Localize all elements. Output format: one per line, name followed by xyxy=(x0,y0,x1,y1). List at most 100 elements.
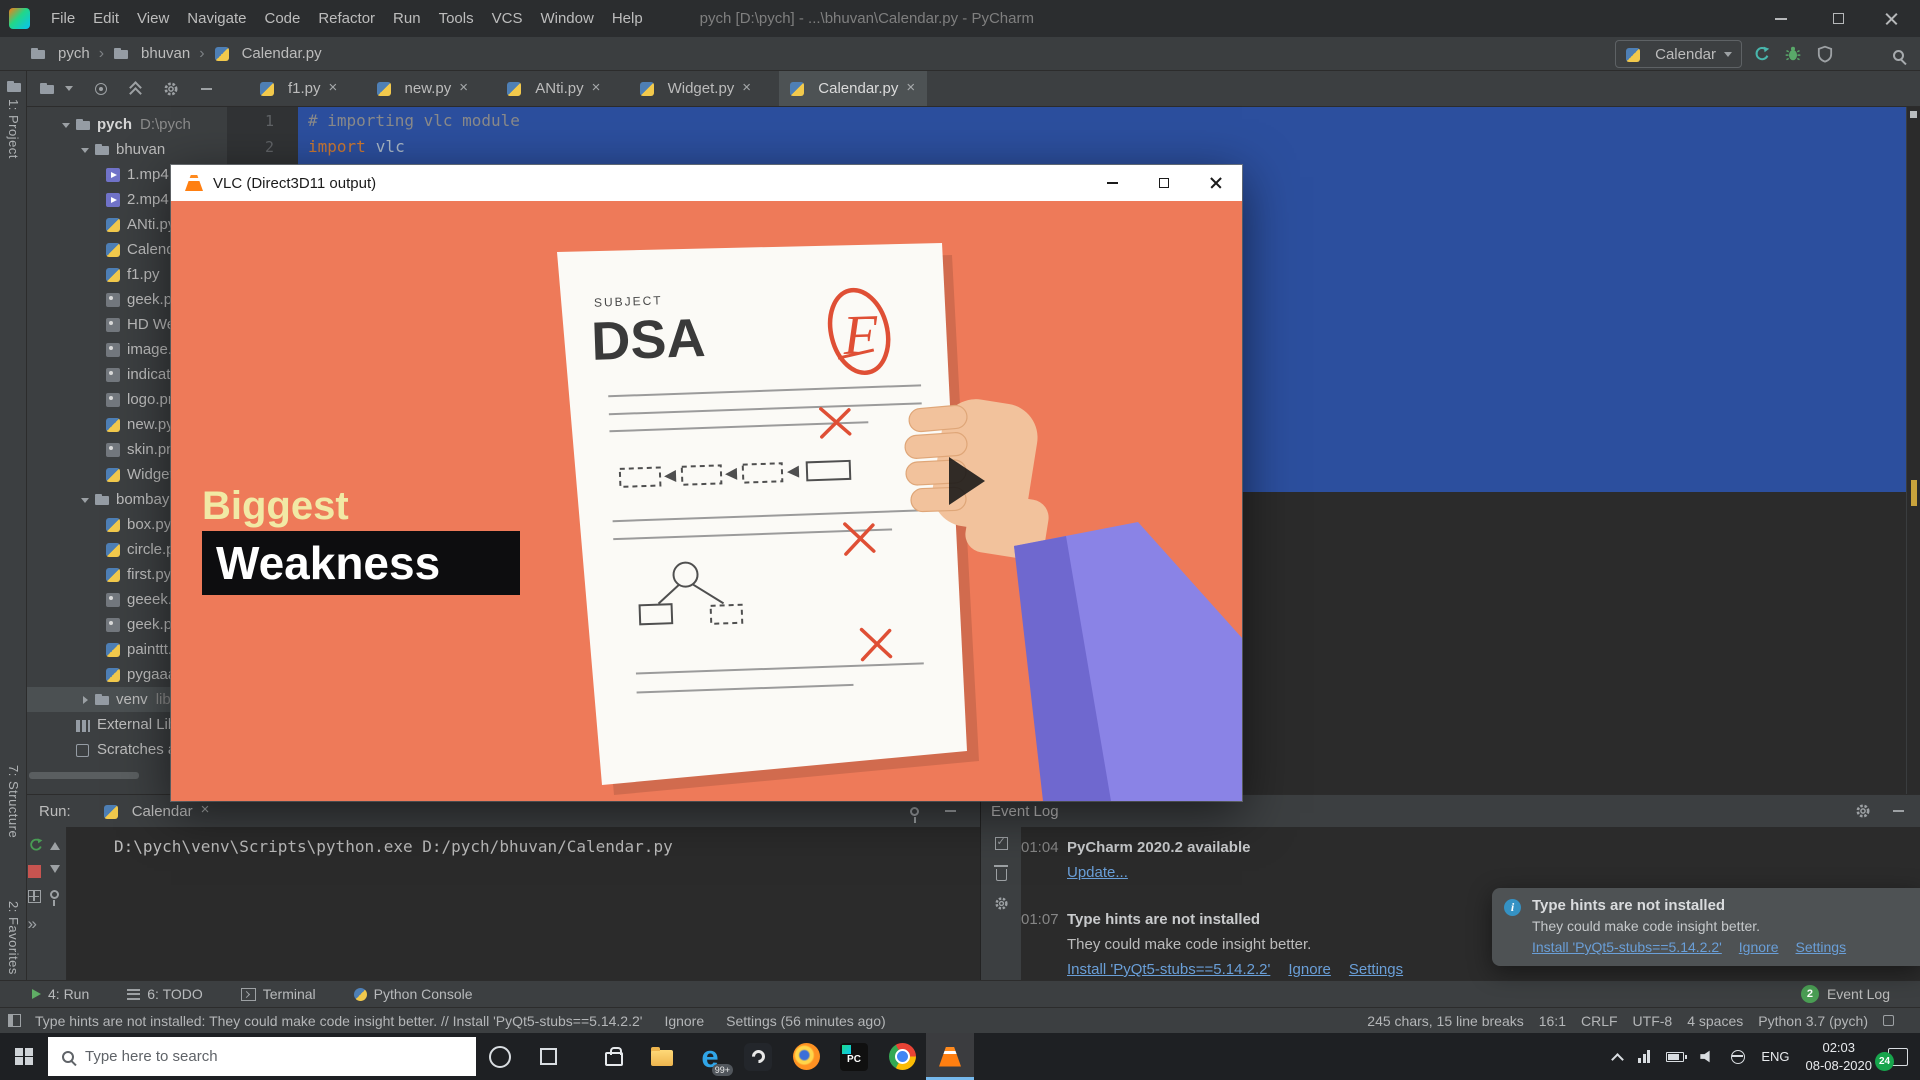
up-arrow-icon[interactable] xyxy=(49,837,60,850)
horizontal-scrollbar[interactable] xyxy=(29,772,139,779)
toolwindow-terminal[interactable]: Terminal xyxy=(240,986,316,1002)
debug-button[interactable] xyxy=(1784,45,1802,67)
rerun-button[interactable] xyxy=(1753,45,1771,67)
tree-item-pych[interactable]: pych D:\pych xyxy=(27,112,227,137)
menu-view[interactable]: View xyxy=(128,10,178,27)
breadcrumb-pych[interactable]: pych xyxy=(30,45,90,62)
search-everywhere-button[interactable] xyxy=(1893,48,1904,65)
minimize-button[interactable] xyxy=(1756,0,1806,37)
project-view-selector[interactable] xyxy=(39,81,73,97)
chevron-up-icon[interactable] xyxy=(1611,1052,1625,1066)
trash-icon[interactable] xyxy=(993,865,1008,881)
battery-icon[interactable] xyxy=(1666,1051,1688,1062)
close-icon[interactable] xyxy=(741,79,753,96)
editor-scroll-stripe[interactable] xyxy=(1906,107,1920,794)
firefox-app-button[interactable] xyxy=(782,1033,830,1080)
pin-icon[interactable] xyxy=(910,806,919,823)
language-indicator[interactable]: ENG xyxy=(1761,1049,1789,1064)
chrome-app-button[interactable] xyxy=(878,1033,926,1080)
status-indent[interactable]: 4 spaces xyxy=(1687,1013,1743,1029)
clock[interactable]: 02:03 08-08-2020 xyxy=(1806,1039,1873,1074)
task-view-button[interactable] xyxy=(524,1033,572,1080)
more-icon[interactable] xyxy=(28,915,44,933)
close-icon[interactable] xyxy=(200,801,212,818)
vlc-video-area[interactable]: SUBJECT DSA F Biggest Weakness xyxy=(171,201,1242,801)
chevron-right-icon[interactable] xyxy=(76,696,94,704)
chevron-down-icon[interactable] xyxy=(76,143,94,157)
layout-icon[interactable] xyxy=(27,890,41,903)
breadcrumb-calendar[interactable]: Calendar.py xyxy=(214,45,322,62)
menu-navigate[interactable]: Navigate xyxy=(178,10,255,27)
tab-widget[interactable]: Widget.py xyxy=(629,71,764,106)
project-stripe-icon[interactable] xyxy=(6,79,22,95)
chevron-down-icon[interactable] xyxy=(76,493,94,507)
gear-icon[interactable] xyxy=(163,81,179,97)
sidebar-item-project[interactable]: 1: Project xyxy=(6,99,21,159)
menu-code[interactable]: Code xyxy=(255,10,309,27)
toolwindow-run[interactable]: 4: Run xyxy=(32,986,89,1002)
status-ignore-action[interactable]: Ignore xyxy=(664,1013,704,1029)
vlc-title-bar[interactable]: VLC (Direct3D11 output) xyxy=(171,165,1242,201)
tab-f1[interactable]: f1.py xyxy=(249,71,350,106)
ignore-link[interactable]: Ignore xyxy=(1739,939,1779,955)
stop-icon[interactable] xyxy=(27,865,41,878)
toolwindow-todo[interactable]: 6: TODO xyxy=(127,986,203,1002)
cortana-button[interactable] xyxy=(476,1033,524,1080)
toolwindow-event-log[interactable]: 2 Event Log xyxy=(1800,985,1920,1003)
maximize-button[interactable] xyxy=(1813,0,1863,37)
tab-new[interactable]: new.py xyxy=(366,71,481,106)
action-center-icon[interactable]: 24 xyxy=(1875,1047,1908,1071)
close-icon[interactable] xyxy=(458,79,470,96)
edge-app-button[interactable]: 99+ xyxy=(686,1033,734,1080)
start-button[interactable] xyxy=(0,1033,48,1080)
taskbar-search[interactable] xyxy=(48,1037,476,1076)
menu-edit[interactable]: Edit xyxy=(84,10,128,27)
menu-tools[interactable]: Tools xyxy=(430,10,483,27)
locate-file-icon[interactable] xyxy=(95,82,107,95)
vlc-maximize-button[interactable] xyxy=(1138,165,1190,201)
coverage-button[interactable] xyxy=(1816,45,1834,67)
run-console[interactable]: D:\pych\venv\Scripts\python.exe D:/pych/… xyxy=(68,827,980,980)
toolwindow-switcher-icon[interactable] xyxy=(8,1014,21,1027)
pycharm-app-button[interactable] xyxy=(830,1033,878,1080)
rerun-icon[interactable] xyxy=(28,837,44,853)
ignore-link[interactable]: Ignore xyxy=(1288,957,1331,982)
hide-icon[interactable] xyxy=(945,810,956,812)
status-interpreter[interactable]: Python 3.7 (pych) xyxy=(1758,1013,1868,1029)
hide-icon[interactable] xyxy=(1893,810,1904,812)
network-icon[interactable] xyxy=(1731,1049,1746,1064)
menu-refactor[interactable]: Refactor xyxy=(309,10,384,27)
settings-link[interactable]: Settings xyxy=(1796,939,1847,955)
close-button[interactable] xyxy=(1866,0,1916,37)
settings-icon[interactable] xyxy=(994,896,1009,911)
run-configuration-selector[interactable]: Calendar xyxy=(1615,40,1742,68)
status-line-separator[interactable]: CRLF xyxy=(1581,1013,1618,1029)
sidebar-item-structure[interactable]: 7: Structure xyxy=(6,765,21,838)
status-settings-action[interactable]: Settings (56 minutes ago) xyxy=(726,1013,886,1029)
close-icon[interactable] xyxy=(591,79,603,96)
pin-icon[interactable] xyxy=(49,890,59,906)
store-app-button[interactable] xyxy=(590,1033,638,1080)
taskbar-search-input[interactable] xyxy=(85,1048,425,1065)
vlc-minimize-button[interactable] xyxy=(1086,165,1138,201)
hide-icon[interactable] xyxy=(201,87,212,90)
status-widget-icon[interactable] xyxy=(1883,1015,1894,1026)
menu-vcs[interactable]: VCS xyxy=(483,10,532,27)
breadcrumb-bhuvan[interactable]: bhuvan xyxy=(113,45,190,62)
install-link[interactable]: Install 'PyQt5-stubs==5.14.2.2' xyxy=(1067,957,1270,982)
install-link[interactable]: Install 'PyQt5-stubs==5.14.2.2' xyxy=(1532,939,1722,955)
gear-icon[interactable] xyxy=(1855,803,1871,819)
tab-calendar[interactable]: Calendar.py xyxy=(779,71,928,106)
mark-read-icon[interactable] xyxy=(994,835,1008,850)
settings-link[interactable]: Settings xyxy=(1349,957,1403,982)
network-signal-icon[interactable] xyxy=(1638,1050,1651,1063)
vlc-close-button[interactable] xyxy=(1190,165,1242,201)
chevron-down-icon[interactable] xyxy=(57,118,75,132)
file-explorer-button[interactable] xyxy=(638,1033,686,1080)
menu-file[interactable]: File xyxy=(42,10,84,27)
tab-anti[interactable]: ANti.py xyxy=(496,71,612,106)
dark-app-button[interactable] xyxy=(734,1033,782,1080)
menu-run[interactable]: Run xyxy=(384,10,430,27)
vlc-app-button[interactable] xyxy=(926,1033,974,1080)
tree-item-bhuvan[interactable]: bhuvan xyxy=(27,137,227,162)
